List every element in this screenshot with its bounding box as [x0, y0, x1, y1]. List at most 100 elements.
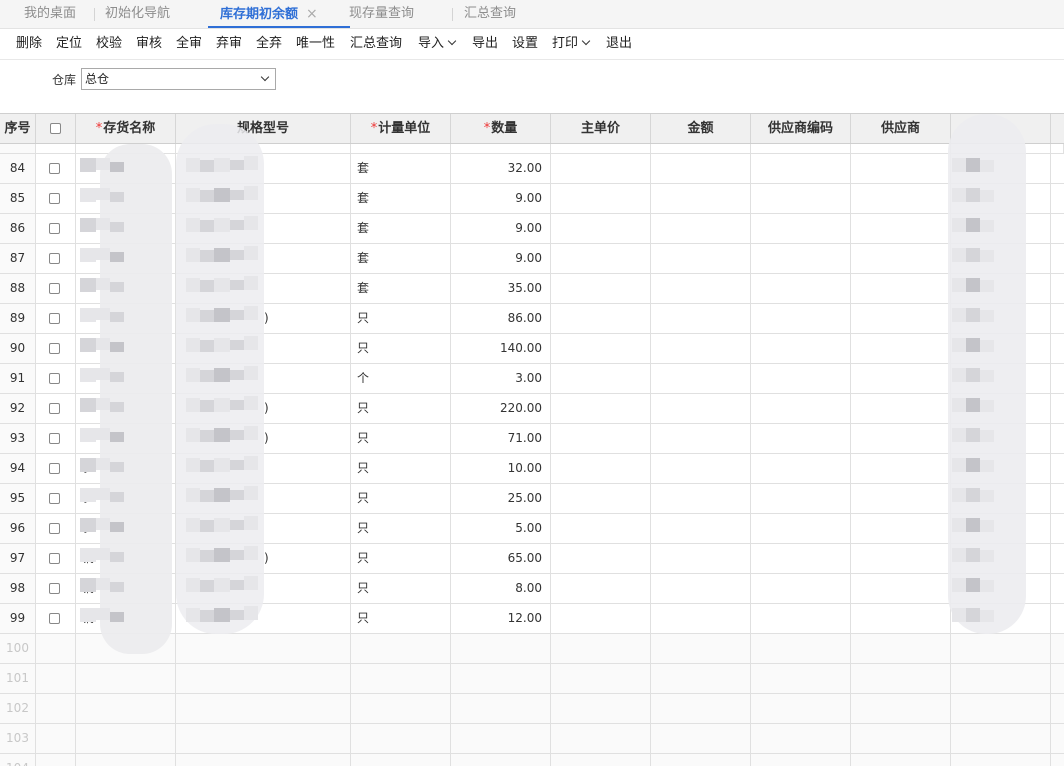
- cell-filler[interactable]: [1051, 154, 1064, 183]
- tab-summary-query[interactable]: 汇总查询: [464, 0, 516, 28]
- cell-qty[interactable]: 5.00: [451, 514, 551, 543]
- tab-stock-query[interactable]: 现存量查询: [349, 0, 414, 28]
- cell-supplier[interactable]: [851, 604, 951, 633]
- cell-extra[interactable]: [951, 664, 1051, 693]
- row-select[interactable]: [36, 424, 76, 453]
- row-checkbox[interactable]: [49, 613, 60, 624]
- cell-supplier-code[interactable]: [751, 694, 851, 723]
- cell-filler[interactable]: [1051, 574, 1064, 603]
- cell-amount[interactable]: [651, 574, 751, 603]
- table-row[interactable]: 104: [0, 754, 1064, 766]
- cell-price[interactable]: [551, 754, 651, 766]
- cell-supplier-code[interactable]: [751, 274, 851, 303]
- cell-amount[interactable]: [651, 664, 751, 693]
- cell-filler[interactable]: [1051, 244, 1064, 273]
- cell-filler[interactable]: [1051, 364, 1064, 393]
- cell-price[interactable]: [551, 634, 651, 663]
- row-checkbox[interactable]: [49, 313, 60, 324]
- cell-unit[interactable]: [351, 634, 451, 663]
- cell-supplier-code[interactable]: [751, 514, 851, 543]
- cell-amount[interactable]: [651, 334, 751, 363]
- cell-supplier[interactable]: [851, 694, 951, 723]
- settings-button[interactable]: 设置: [512, 35, 538, 53]
- cell-unit[interactable]: 只: [351, 304, 451, 333]
- cell-spec[interactable]: [176, 694, 351, 723]
- cell-unit[interactable]: 只: [351, 454, 451, 483]
- cell-qty[interactable]: 65.00: [451, 544, 551, 573]
- cell-amount[interactable]: [651, 724, 751, 753]
- cell-amount[interactable]: [651, 394, 751, 423]
- cell-spec[interactable]: [176, 754, 351, 766]
- cell-price[interactable]: [551, 394, 651, 423]
- cell-filler[interactable]: [1051, 424, 1064, 453]
- cell-price[interactable]: [551, 274, 651, 303]
- row-checkbox[interactable]: [49, 163, 60, 174]
- cell-amount[interactable]: [651, 754, 751, 766]
- cell-spec[interactable]: [176, 634, 351, 663]
- cell-qty[interactable]: 86.00: [451, 304, 551, 333]
- cell-qty[interactable]: 8.00: [451, 574, 551, 603]
- import-dropdown[interactable]: 导入: [418, 35, 457, 53]
- cell-supplier-code[interactable]: [751, 394, 851, 423]
- cell-qty[interactable]: 10.00: [451, 454, 551, 483]
- cell-supplier[interactable]: [851, 154, 951, 183]
- cell-unit[interactable]: [351, 724, 451, 753]
- cell-price[interactable]: [551, 364, 651, 393]
- cell-unit[interactable]: 只: [351, 574, 451, 603]
- cell-name[interactable]: [76, 724, 176, 753]
- cell-qty[interactable]: [451, 664, 551, 693]
- cell-filler[interactable]: [1051, 274, 1064, 303]
- delete-button[interactable]: 删除: [16, 35, 42, 53]
- cell-qty[interactable]: [451, 694, 551, 723]
- cell-unit[interactable]: 套: [351, 154, 451, 183]
- row-select[interactable]: [36, 544, 76, 573]
- cell-spec[interactable]: [176, 664, 351, 693]
- row-select[interactable]: [36, 724, 76, 753]
- summary-query-button[interactable]: 汇总查询: [350, 35, 402, 53]
- cell-filler[interactable]: [1051, 544, 1064, 573]
- cell-filler[interactable]: [1051, 304, 1064, 333]
- select-all-checkbox[interactable]: [50, 123, 61, 134]
- cell-qty[interactable]: 9.00: [451, 214, 551, 243]
- row-checkbox[interactable]: [49, 553, 60, 564]
- cell-qty[interactable]: 3.00: [451, 364, 551, 393]
- cell-amount[interactable]: [651, 364, 751, 393]
- cell-amount[interactable]: [651, 424, 751, 453]
- cell-supplier-code[interactable]: [751, 334, 851, 363]
- cell-price[interactable]: [551, 304, 651, 333]
- cell-unit[interactable]: 只: [351, 514, 451, 543]
- abandon-audit-button[interactable]: 弃审: [216, 35, 242, 53]
- cell-supplier-code[interactable]: [751, 154, 851, 183]
- cell-price[interactable]: [551, 724, 651, 753]
- row-select[interactable]: [36, 304, 76, 333]
- cell-supplier-code[interactable]: [751, 304, 851, 333]
- cell-price[interactable]: [551, 454, 651, 483]
- cell-qty[interactable]: 9.00: [451, 184, 551, 213]
- cell-filler[interactable]: [1051, 394, 1064, 423]
- print-dropdown[interactable]: 打印: [552, 35, 591, 53]
- cell-qty[interactable]: 25.00: [451, 484, 551, 513]
- cell-unit[interactable]: [351, 664, 451, 693]
- cell-qty[interactable]: 35.00: [451, 274, 551, 303]
- cell-qty[interactable]: 71.00: [451, 424, 551, 453]
- cell-filler[interactable]: [1051, 484, 1064, 513]
- cell-supplier[interactable]: [851, 304, 951, 333]
- cell-amount[interactable]: [651, 244, 751, 273]
- cell-filler[interactable]: [1051, 214, 1064, 243]
- cell-supplier[interactable]: [851, 544, 951, 573]
- row-checkbox[interactable]: [49, 433, 60, 444]
- cell-supplier[interactable]: [851, 394, 951, 423]
- close-icon[interactable]: ×: [306, 6, 318, 22]
- cell-filler[interactable]: [1051, 724, 1064, 753]
- cell-unit[interactable]: 个: [351, 364, 451, 393]
- cell-supplier[interactable]: [851, 214, 951, 243]
- cell-qty[interactable]: 9.00: [451, 244, 551, 273]
- cell-filler[interactable]: [1051, 454, 1064, 483]
- cell-supplier-code[interactable]: [751, 454, 851, 483]
- cell-qty[interactable]: 32.00: [451, 154, 551, 183]
- cell-price[interactable]: [551, 514, 651, 543]
- uniqueness-button[interactable]: 唯一性: [296, 35, 335, 53]
- cell-supplier[interactable]: [851, 664, 951, 693]
- cell-supplier[interactable]: [851, 184, 951, 213]
- cell-price[interactable]: [551, 244, 651, 273]
